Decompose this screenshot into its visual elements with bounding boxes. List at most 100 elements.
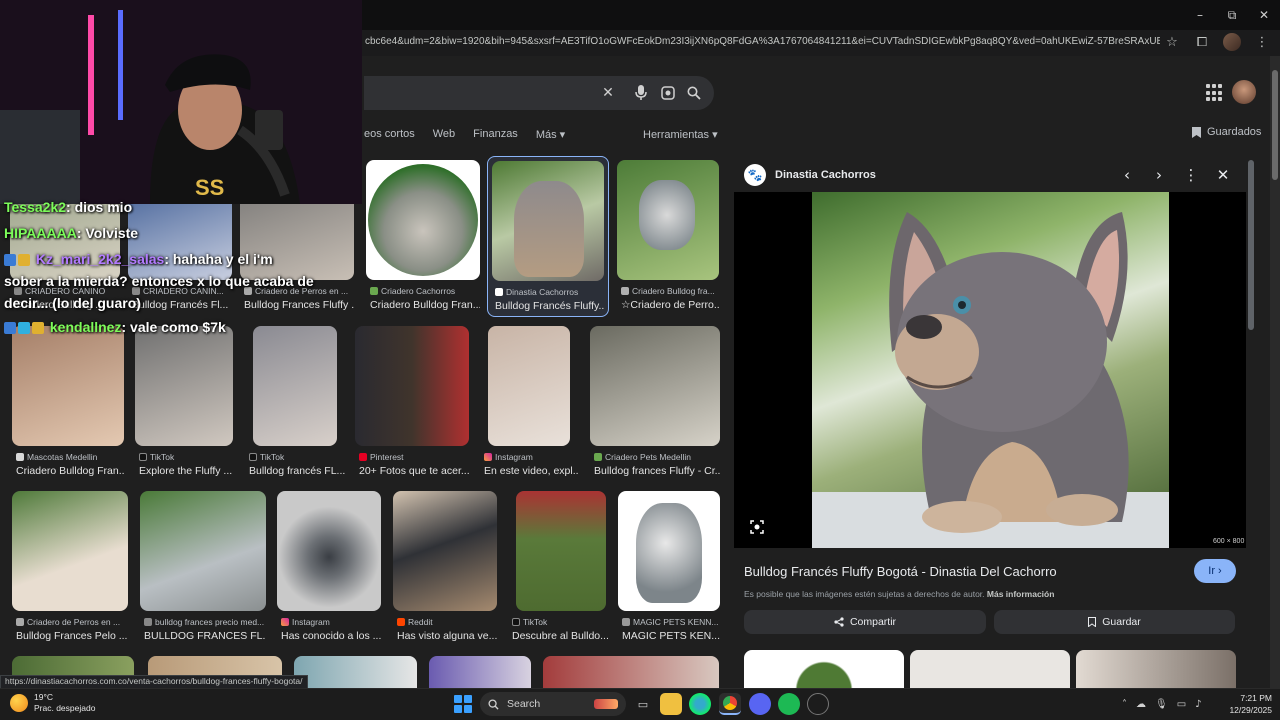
- image-result[interactable]: Reddit Has visto alguna ve...: [393, 491, 497, 643]
- tab-short-videos[interactable]: eos cortos: [364, 128, 415, 141]
- lens-search-icon[interactable]: [659, 84, 677, 102]
- preview-source-name[interactable]: Dinastia Cachorros: [775, 169, 876, 181]
- bookmark-icon: [1192, 126, 1201, 138]
- chat-text: : hahaha y el i'm: [164, 251, 273, 267]
- weather-condition: Prac. despejado: [34, 703, 96, 713]
- result-thumbnail: [253, 326, 337, 446]
- tab-web[interactable]: Web: [433, 128, 455, 141]
- next-image-icon[interactable]: ›: [1150, 164, 1168, 186]
- start-button[interactable]: [454, 695, 472, 713]
- result-title: Criadero Bulldog Fran...: [16, 465, 124, 477]
- image-result[interactable]: Instagram Has conocido a los ...: [277, 491, 381, 643]
- related-image[interactable]: [744, 650, 904, 690]
- result-source: TikTok: [249, 452, 345, 462]
- result-title: Has visto alguna ve...: [397, 630, 497, 642]
- tray-overflow-icon[interactable]: ˄: [1122, 699, 1127, 710]
- image-result[interactable]: Pinterest 20+ Fotos que te acer...: [355, 326, 469, 478]
- bookmark-star-icon[interactable]: ☆: [1162, 32, 1182, 52]
- saved-label: Guardados: [1207, 126, 1262, 138]
- profile-icon[interactable]: [1222, 32, 1242, 52]
- minimize-button[interactable]: –: [1184, 0, 1216, 30]
- image-result[interactable]: TikTok Descubre al Bulldo...: [508, 491, 608, 643]
- image-result[interactable]: Criadero Bulldog fra... ☆Criadero de Per…: [617, 160, 719, 312]
- volume-icon[interactable]: ♪: [1195, 699, 1201, 710]
- image-result[interactable]: MAGIC PETS KENN... MAGIC PETS KEN...: [618, 491, 720, 643]
- result-title: BULLDOG FRANCES FL...: [144, 630, 266, 642]
- tools-dropdown[interactable]: Herramientas ▾: [643, 128, 718, 141]
- result-thumbnail: [366, 160, 480, 280]
- chrome-browser-icon[interactable]: [719, 693, 741, 715]
- visit-button[interactable]: Ir ›: [1194, 559, 1236, 583]
- tab-finance[interactable]: Finanzas: [473, 128, 518, 141]
- image-result[interactable]: Criadero de Perros en ... Bulldog France…: [12, 491, 128, 643]
- window-controls: – ⧉ ✕: [1184, 0, 1280, 30]
- address-bar-actions: ☆ ⧠ ⋮: [1162, 32, 1272, 52]
- file-explorer-icon[interactable]: [660, 693, 682, 715]
- image-result[interactable]: TikTok Bulldog francés FL...: [245, 326, 345, 478]
- discord-icon[interactable]: [749, 693, 771, 715]
- network-icon[interactable]: ▭: [1177, 699, 1186, 710]
- lens-search-icon[interactable]: [748, 518, 766, 536]
- preview-nav: ‹ › ⋮ ✕: [1118, 162, 1232, 188]
- preview-title[interactable]: Bulldog Francés Fluffy Bogotá - Dinastia…: [744, 564, 1057, 579]
- result-source: Instagram: [281, 617, 381, 627]
- obs-icon[interactable]: [807, 693, 829, 715]
- previous-image-icon[interactable]: ‹: [1118, 164, 1136, 186]
- image-result[interactable]: bulldog frances precio med... BULLDOG FR…: [140, 491, 266, 643]
- edge-browser-icon[interactable]: [689, 693, 711, 715]
- preview-scrollbar[interactable]: [1248, 160, 1254, 330]
- clear-search-icon[interactable]: ✕: [599, 84, 617, 102]
- related-image[interactable]: [910, 650, 1070, 690]
- image-result[interactable]: Mascotas Medellin Criadero Bulldog Fran.…: [12, 326, 124, 478]
- save-button[interactable]: Guardar: [994, 610, 1235, 634]
- result-title: Criadero Bulldog Fran...: [370, 299, 480, 311]
- page-scroll-thumb[interactable]: [1272, 70, 1278, 180]
- result-thumbnail: [590, 326, 720, 446]
- result-title: Bulldog Francés Fluffy...: [495, 300, 605, 312]
- google-apps-icon[interactable]: [1206, 84, 1224, 102]
- filter-tabs: eos cortos Web Finanzas Más ▾: [364, 128, 565, 141]
- taskbar-search[interactable]: Search: [480, 692, 626, 716]
- cloud-icon[interactable]: ☁: [1136, 699, 1146, 710]
- result-thumbnail-partial[interactable]: [294, 656, 417, 688]
- voice-search-icon[interactable]: [632, 84, 650, 102]
- chat-badge-icon: [18, 322, 30, 335]
- extensions-icon[interactable]: ⧠: [1192, 32, 1212, 52]
- weather-temperature: 19°C: [34, 692, 53, 702]
- browser-menu-icon[interactable]: ⋮: [1252, 32, 1272, 52]
- image-result[interactable]: Instagram En este video, expl...: [480, 326, 578, 478]
- result-thumbnail-partial[interactable]: [429, 656, 531, 688]
- result-title: MAGIC PETS KEN...: [622, 630, 720, 642]
- result-title: Bulldog Frances Fluffy ...: [244, 299, 354, 311]
- url-field[interactable]: cbc6e4&udm=2&biw=1920&bih=945&sxsrf=AE3T…: [365, 36, 1160, 47]
- share-button[interactable]: Compartir: [744, 610, 986, 634]
- system-tray: ˄ ☁ 🎙 ▭ ♪: [1122, 692, 1202, 716]
- chat-badge-icon: [18, 254, 30, 267]
- account-avatar[interactable]: [1232, 80, 1256, 104]
- preview-image[interactable]: [812, 192, 1169, 548]
- image-result-selected[interactable]: Dinastia Cachorros Bulldog Francés Fluff…: [487, 156, 609, 317]
- streamer-webcam: SS: [0, 0, 362, 204]
- spotify-icon[interactable]: [778, 693, 800, 715]
- tab-more[interactable]: Más ▾: [536, 128, 565, 141]
- more-info-link[interactable]: Más información: [987, 589, 1055, 599]
- task-view-icon[interactable]: ▭: [632, 693, 654, 715]
- result-thumbnail: [355, 326, 469, 446]
- image-result[interactable]: Criadero Pets Medellin Bulldog frances F…: [590, 326, 720, 478]
- image-result[interactable]: TikTok Explore the Fluffy ...: [135, 326, 233, 478]
- weather-widget[interactable]: 19°C Prac. despejado: [10, 692, 95, 714]
- chat-message-continued: sober a la mierda? entonces x lo que aca…: [4, 273, 314, 289]
- search-icon[interactable]: [685, 84, 703, 102]
- saved-link[interactable]: Guardados: [1192, 126, 1261, 138]
- maximize-button[interactable]: ⧉: [1216, 0, 1248, 30]
- result-thumbnail-partial[interactable]: [543, 656, 719, 688]
- related-image[interactable]: [1076, 650, 1236, 690]
- more-options-icon[interactable]: ⋮: [1182, 164, 1200, 186]
- image-result[interactable]: Criadero Cachorros Criadero Bulldog Fran…: [366, 160, 480, 312]
- taskbar-clock[interactable]: 7:21 PM 12/29/2025: [1222, 692, 1272, 716]
- close-window-button[interactable]: ✕: [1248, 0, 1280, 30]
- search-icon: [488, 698, 499, 710]
- result-thumbnail: [516, 491, 606, 611]
- microphone-icon[interactable]: 🎙: [1155, 699, 1168, 710]
- close-preview-icon[interactable]: ✕: [1214, 164, 1232, 186]
